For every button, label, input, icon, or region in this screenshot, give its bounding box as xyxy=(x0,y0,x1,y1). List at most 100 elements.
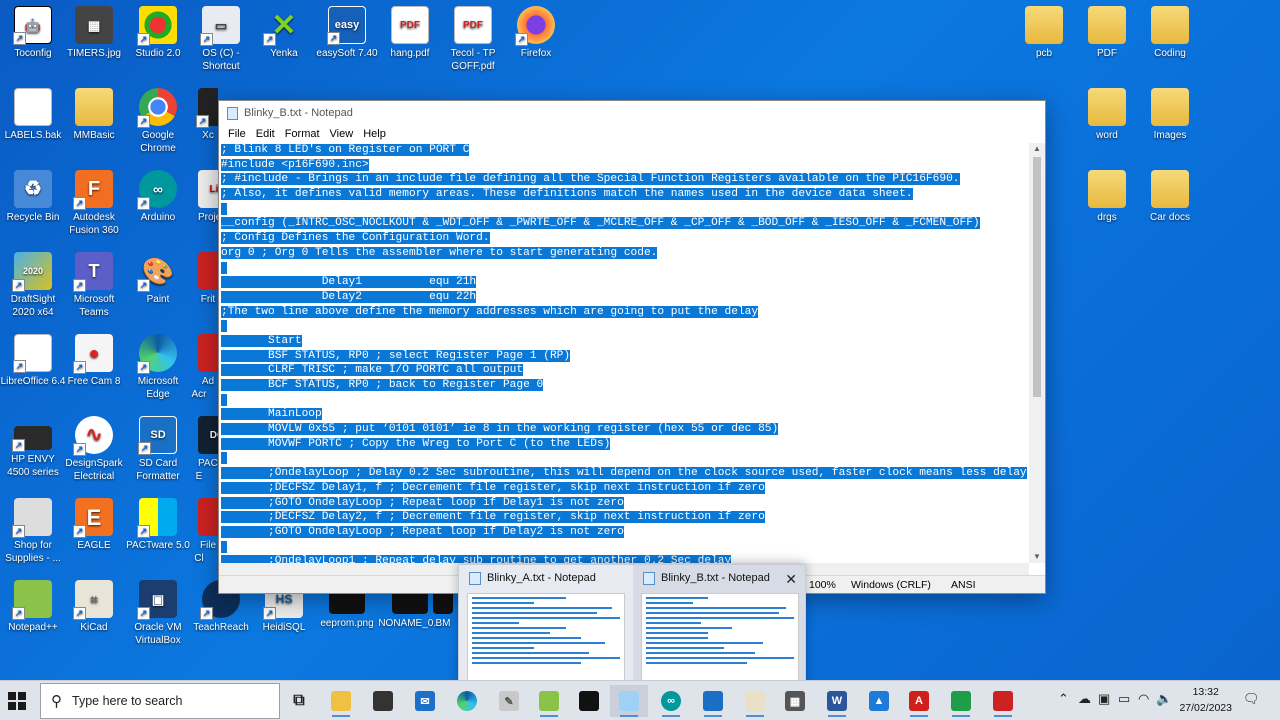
desktop-icon-proje[interactable]: LibProje xyxy=(180,170,218,224)
desktop-icon-file[interactable]: File Cl xyxy=(180,498,218,565)
desktop-icon-adobe[interactable]: Ad Acr xyxy=(180,334,218,401)
desktop-icon-notepadpp[interactable]: Notepad++ xyxy=(0,580,66,634)
text-line[interactable]: ; Blink 8 LED's on Register on PORT C xyxy=(221,143,1029,158)
text-line[interactable]: BSF STATUS, RP0 ; select Register Page 1… xyxy=(221,349,1029,364)
desktop-icon-fusion[interactable]: FAutodesk Fusion 360 xyxy=(61,170,127,237)
desktop-icon-pcb[interactable]: pcb xyxy=(1011,6,1077,60)
text-line[interactable]: ; Config Defines the Configuration Word. xyxy=(221,231,1029,246)
desktop-icon-xc[interactable]: Xc xyxy=(178,88,218,142)
desktop-icon-toconfig[interactable]: 🤖Toconfig xyxy=(0,6,66,60)
file-explorer-icon[interactable] xyxy=(322,685,360,717)
battery-icon[interactable]: ▭ xyxy=(1118,691,1130,707)
desktop-icon-frit[interactable]: Frit xyxy=(180,252,218,306)
chevron-up-icon[interactable]: ⌃ xyxy=(1058,691,1069,707)
text-line[interactable] xyxy=(221,393,1029,408)
text-line[interactable]: CLRF TRISC ; make I/O PORTC all output xyxy=(221,363,1029,378)
wifi-icon[interactable]: ◠ xyxy=(1138,691,1149,707)
vertical-scrollbar[interactable]: ▲ ▼ xyxy=(1029,143,1045,563)
photo-app-icon[interactable] xyxy=(736,685,774,717)
calculator-app-icon[interactable] xyxy=(694,685,732,717)
desktop-icon-shop-supplies[interactable]: Shop for Supplies - ... xyxy=(0,498,66,565)
scroll-up-icon[interactable]: ▲ xyxy=(1029,143,1045,155)
menu-file[interactable]: File xyxy=(223,128,251,140)
kicad-taskbar-icon[interactable] xyxy=(984,685,1022,717)
edge-taskbar-icon[interactable] xyxy=(448,685,486,717)
task-view-icon[interactable]: ⧉ xyxy=(280,685,318,717)
text-line[interactable]: ; #include - Brings in an include file d… xyxy=(221,172,1029,187)
text-line[interactable]: ;GOTO OndelayLoop ; Repeat loop if Delay… xyxy=(221,496,1029,511)
text-line[interactable]: Start xyxy=(221,334,1029,349)
text-line[interactable]: __config (_INTRC_OSC_NOCLKOUT & _WDT_OFF… xyxy=(221,216,1029,231)
desktop-icon-libreoffice[interactable]: LibreOffice 6.4 xyxy=(0,334,66,388)
text-line[interactable]: Delay1 equ 21h xyxy=(221,275,1029,290)
desktop-icon-firefox[interactable]: Firefox xyxy=(503,6,569,60)
desktop-icon-pactw[interactable]: DCPACTw E xyxy=(180,416,218,483)
desktop-icon-freecam[interactable]: ●Free Cam 8 xyxy=(61,334,127,388)
desktop-icon-os-c[interactable]: ▭OS (C) - Shortcut xyxy=(188,6,254,73)
scroll-down-icon[interactable]: ▼ xyxy=(1029,551,1045,563)
tool-icon[interactable]: ✎ xyxy=(490,685,528,717)
desktop-icon-images[interactable]: Images xyxy=(1137,88,1203,142)
text-line[interactable] xyxy=(221,261,1029,276)
scroll-thumb[interactable] xyxy=(1033,157,1041,397)
text-line[interactable]: ;DECFSZ Delay2, f ; Decrement file regis… xyxy=(221,510,1029,525)
word-icon[interactable]: W xyxy=(818,685,856,717)
text-line[interactable]: #include <p16F690.inc> xyxy=(221,158,1029,173)
text-editor[interactable]: ; Blink 8 LED's on Register on PORT C #in… xyxy=(221,143,1029,563)
calculator-icon[interactable]: ▦ xyxy=(776,685,814,717)
text-line[interactable]: ;GOTO OndelayLoop ; Repeat loop if Delay… xyxy=(221,525,1029,540)
desktop-icon-yenka[interactable]: ✕Yenka xyxy=(251,6,317,60)
desktop-icon-labels[interactable]: LABELS.bak xyxy=(0,88,66,142)
search-box[interactable]: ⚲ Type here to search xyxy=(40,683,280,719)
desktop-icon-virtualbox[interactable]: ▣Oracle VM VirtualBox xyxy=(125,580,191,647)
clock[interactable]: 13:32 27/02/2023 xyxy=(1179,684,1232,716)
text-line[interactable]: MainLoop xyxy=(221,407,1029,422)
volume-icon[interactable]: 🔈 xyxy=(1156,691,1172,707)
desktop-icon-coding[interactable]: Coding xyxy=(1137,6,1203,60)
notifications-icon[interactable]: 🗨 xyxy=(1243,691,1260,707)
keyboard-app-icon[interactable] xyxy=(364,685,402,717)
arduino-taskbar-icon[interactable]: ∞ xyxy=(652,685,690,717)
text-line[interactable]: ;OndelayLoop ; Delay 0.2 Sec subroutine,… xyxy=(221,466,1029,481)
libreoffice-calc-icon[interactable] xyxy=(942,685,980,717)
notepadpp-taskbar-icon[interactable] xyxy=(530,685,568,717)
menu-edit[interactable]: Edit xyxy=(251,128,280,140)
desktop-icon-drgs[interactable]: drgs xyxy=(1074,170,1140,224)
desktop-icon-pdf-folder[interactable]: PDF xyxy=(1074,6,1140,60)
desktop-icon-timers[interactable]: ▦ TIMERS.jpg xyxy=(61,6,127,60)
text-line[interactable]: BCF STATUS, RP0 ; back to Register Page … xyxy=(221,378,1029,393)
text-line[interactable]: Delay2 equ 22h xyxy=(221,290,1029,305)
text-line[interactable] xyxy=(221,451,1029,466)
thumbnail-blinky-a[interactable]: Blinky_A.txt - Notepad xyxy=(459,565,631,689)
desktop-icon-hang-pdf[interactable]: PDF hang.pdf xyxy=(377,6,443,60)
desktop-icon-easysoft[interactable]: easyeasySoft 7.40 xyxy=(314,6,380,60)
desktop-icon-designspark[interactable]: ∿DesignSpark Electrical xyxy=(61,416,127,483)
text-line[interactable] xyxy=(221,202,1029,217)
text-line[interactable] xyxy=(221,319,1029,334)
text-line[interactable]: MOVLW 0x55 ; put ‘0101 0101’ ie 8 in the… xyxy=(221,422,1029,437)
desktop-icon-car-docs[interactable]: Car docs xyxy=(1137,170,1203,224)
notepad-window[interactable]: Blinky_B.txt - Notepad File Edit Format … xyxy=(218,100,1046,594)
desktop-icon-draftsight[interactable]: 2020DraftSight 2020 x64 xyxy=(0,252,66,319)
menu-format[interactable]: Format xyxy=(280,128,325,140)
mail-icon[interactable]: ✉ xyxy=(406,685,444,717)
desktop-icon-mmbasic[interactable]: MMBasic xyxy=(61,88,127,142)
desktop-icon-tecol-pdf[interactable]: PDF Tecol - TP GOFF.pdf xyxy=(440,6,506,73)
text-line[interactable]: org 0 ; Org 0 Tells the assembler where … xyxy=(221,246,1029,261)
device-icon[interactable]: ▣ xyxy=(1098,691,1110,707)
desktop-icon-studio[interactable]: Studio 2.0 xyxy=(125,6,191,60)
text-line[interactable]: ;DECFSZ Delay1, f ; Decrement file regis… xyxy=(221,481,1029,496)
text-line[interactable]: MOVWF PORTC ; Copy the Wreg to Port C (t… xyxy=(221,437,1029,452)
text-line[interactable]: ;OndelayLoop1 ; Repeat delay sub routine… xyxy=(221,554,1029,563)
desktop-icon-kicad[interactable]: ⌗KiCad xyxy=(61,580,127,634)
notepad-taskbar-icon[interactable] xyxy=(610,685,648,717)
desktop-icon-teams[interactable]: TMicrosoft Teams xyxy=(61,252,127,319)
windows-start-icon[interactable] xyxy=(8,692,26,710)
cloud-icon[interactable]: ☁ xyxy=(1078,691,1091,707)
desktop-icon-recycle-bin[interactable]: ♻ Recycle Bin xyxy=(0,170,66,224)
desktop-icon-word[interactable]: word xyxy=(1074,88,1140,142)
terminal-icon[interactable] xyxy=(570,685,608,717)
menu-view[interactable]: View xyxy=(325,128,359,140)
acrobat-taskbar-icon[interactable]: A xyxy=(900,685,938,717)
close-icon[interactable]: ✕ xyxy=(785,571,797,588)
